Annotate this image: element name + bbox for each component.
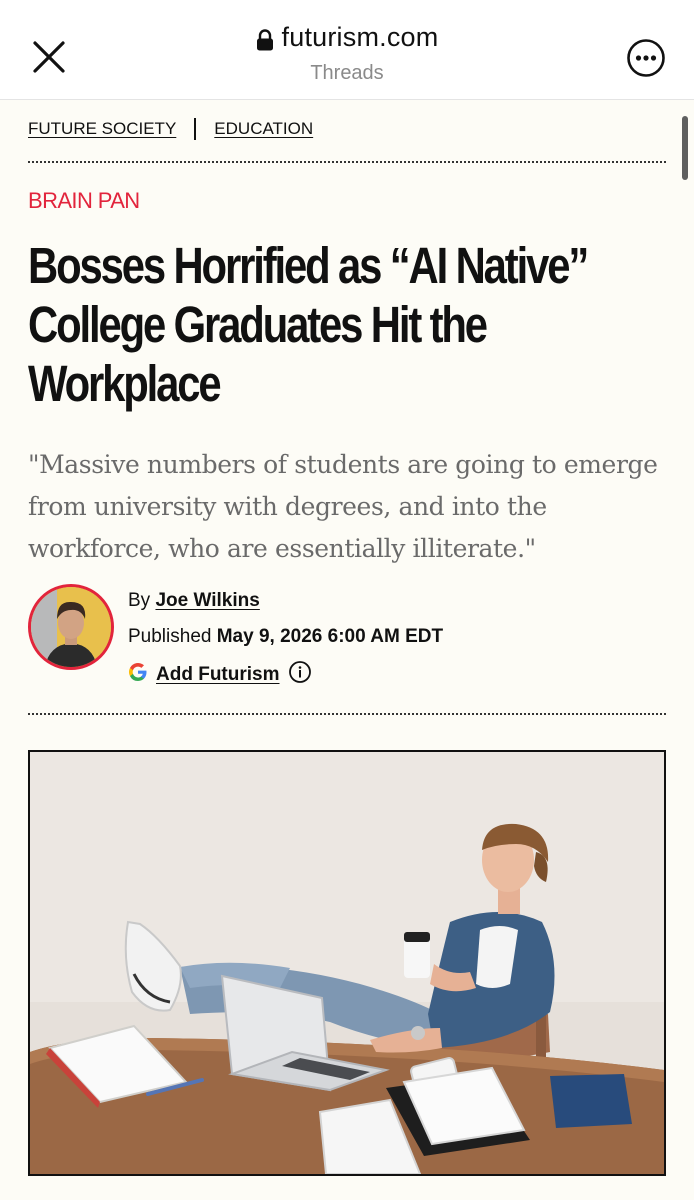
category-breadcrumb: FUTURE SOCIETY EDUCATION [28,118,313,140]
category-divider [194,118,197,140]
google-icon [128,662,148,688]
category-education[interactable]: EDUCATION [214,119,313,139]
browser-subtitle: Threads [310,61,384,84]
divider-bottom [28,713,666,715]
more-options-icon[interactable] [626,38,666,78]
article-kicker[interactable]: BRAIN PAN [28,188,140,214]
info-icon[interactable] [288,660,312,690]
publish-info: Published May 9, 2026 6:00 AM EDT [128,626,443,648]
author-byline: By Joe Wilkins [128,590,260,612]
published-prefix: Published [128,626,212,647]
article-hero-image[interactable] [28,750,666,1176]
divider-top [28,161,666,163]
lock-icon [256,27,274,50]
by-prefix: By [128,590,151,611]
browser-toolbar: futurism.com Threads [0,0,694,100]
add-futurism-google[interactable]: Add Futurism [128,660,312,690]
author-avatar[interactable] [28,584,114,670]
scrollbar-thumb[interactable] [682,116,688,180]
url-domain: futurism.com [281,22,439,52]
article-dek: "Massive numbers of students are going t… [28,450,658,563]
author-name-link[interactable]: Joe Wilkins [155,590,259,611]
published-date: May 9, 2026 6:00 AM EDT [216,626,444,647]
category-future-society[interactable]: FUTURE SOCIETY [28,119,176,139]
add-futurism-label[interactable]: Add Futurism [156,664,280,686]
article-headline: Bosses Horrified as “AI Native” College … [28,237,589,412]
address-bar[interactable]: futurism.com Threads [0,22,694,85]
